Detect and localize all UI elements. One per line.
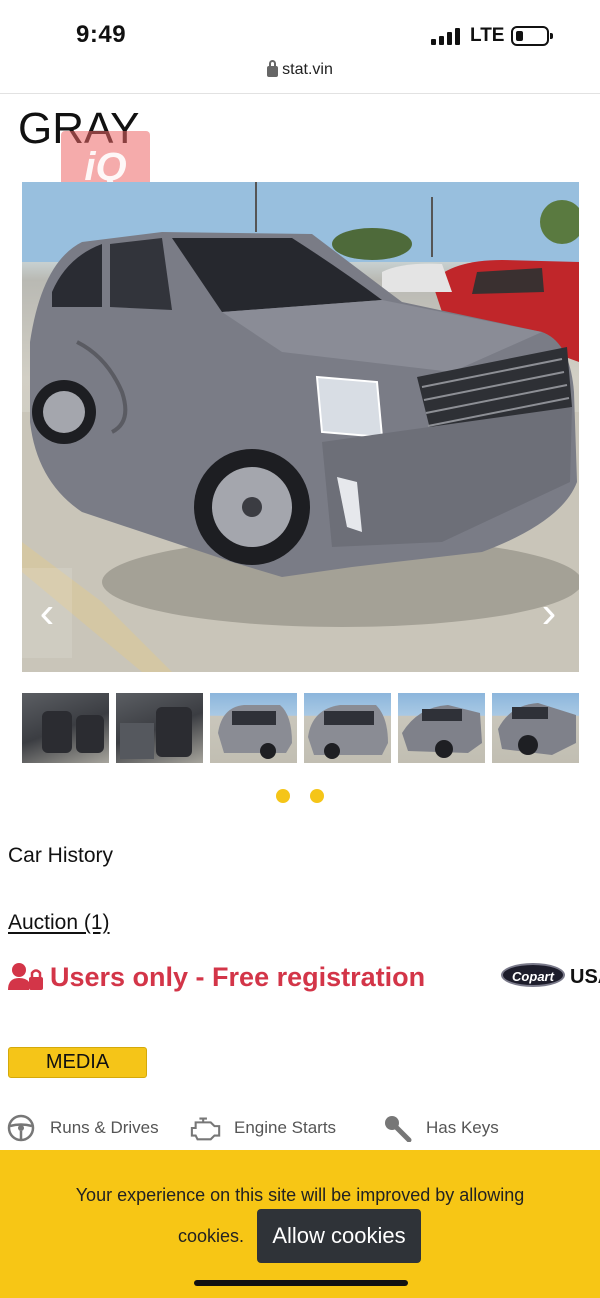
key-icon [385, 1116, 412, 1142]
status-time: 9:49 [76, 21, 127, 48]
media-button[interactable]: MEDIA [8, 1047, 147, 1078]
thumbnail-1[interactable] [22, 693, 109, 763]
user-lock-icon [8, 963, 43, 990]
battery-icon [511, 26, 553, 46]
copart-logo: Copart [501, 963, 565, 987]
pagination-dot-2[interactable] [310, 789, 324, 803]
previous-photo-arrow[interactable]: ‹ [22, 568, 72, 658]
steering-wheel-icon [7, 1114, 35, 1142]
country-label: USA [570, 966, 600, 988]
thumbnail-4[interactable] [304, 693, 391, 763]
feature-engine-starts: Engine Starts [190, 1112, 336, 1144]
has-keys-label: Has Keys [426, 1118, 499, 1137]
engine-starts-label: Engine Starts [234, 1118, 337, 1137]
runs-drives-label: Runs & Drives [50, 1118, 159, 1137]
cookie-message-line1: Your experience on this site will be imp… [75, 1185, 525, 1205]
status-bar: 9:49 LTE [0, 0, 600, 56]
thumbnail-5[interactable] [398, 693, 485, 763]
thumbnail-2[interactable] [116, 693, 203, 763]
network-label: LTE [470, 25, 505, 46]
cookie-banner: Your experience on this site will be imp… [0, 1150, 600, 1298]
vehicle-features: Runs & Drives Engine Starts Has Keys [6, 1112, 600, 1144]
home-indicator[interactable] [194, 1280, 408, 1286]
url-text: stat.vin [282, 61, 333, 78]
browser-url-bar[interactable]: stat.vin [0, 56, 600, 94]
thumbnail-6[interactable] [492, 693, 579, 763]
users-only-text[interactable]: Users only - Free registration [50, 962, 425, 993]
feature-has-keys: Has Keys [382, 1112, 499, 1144]
thumbnail-strip [22, 693, 579, 763]
feature-runs-drives: Runs & Drives [6, 1112, 159, 1144]
thumbnail-3[interactable] [210, 693, 297, 763]
allow-cookies-button[interactable]: Allow cookies [257, 1209, 421, 1263]
auction-link[interactable]: Auction (1) [8, 911, 110, 935]
pagination-dot-1[interactable] [276, 789, 290, 803]
main-vehicle-photo[interactable]: ‹ › [22, 182, 579, 672]
gallery-pagination [276, 789, 326, 803]
cookie-message-line2: cookies. [178, 1226, 245, 1246]
lock-icon [267, 59, 279, 77]
next-photo-arrow[interactable]: › [524, 568, 574, 658]
signal-icon [431, 27, 463, 45]
engine-icon [190, 1117, 221, 1141]
users-only-row: Users only - Free registration Copart US… [8, 960, 600, 996]
car-history-heading: Car History [8, 844, 114, 867]
